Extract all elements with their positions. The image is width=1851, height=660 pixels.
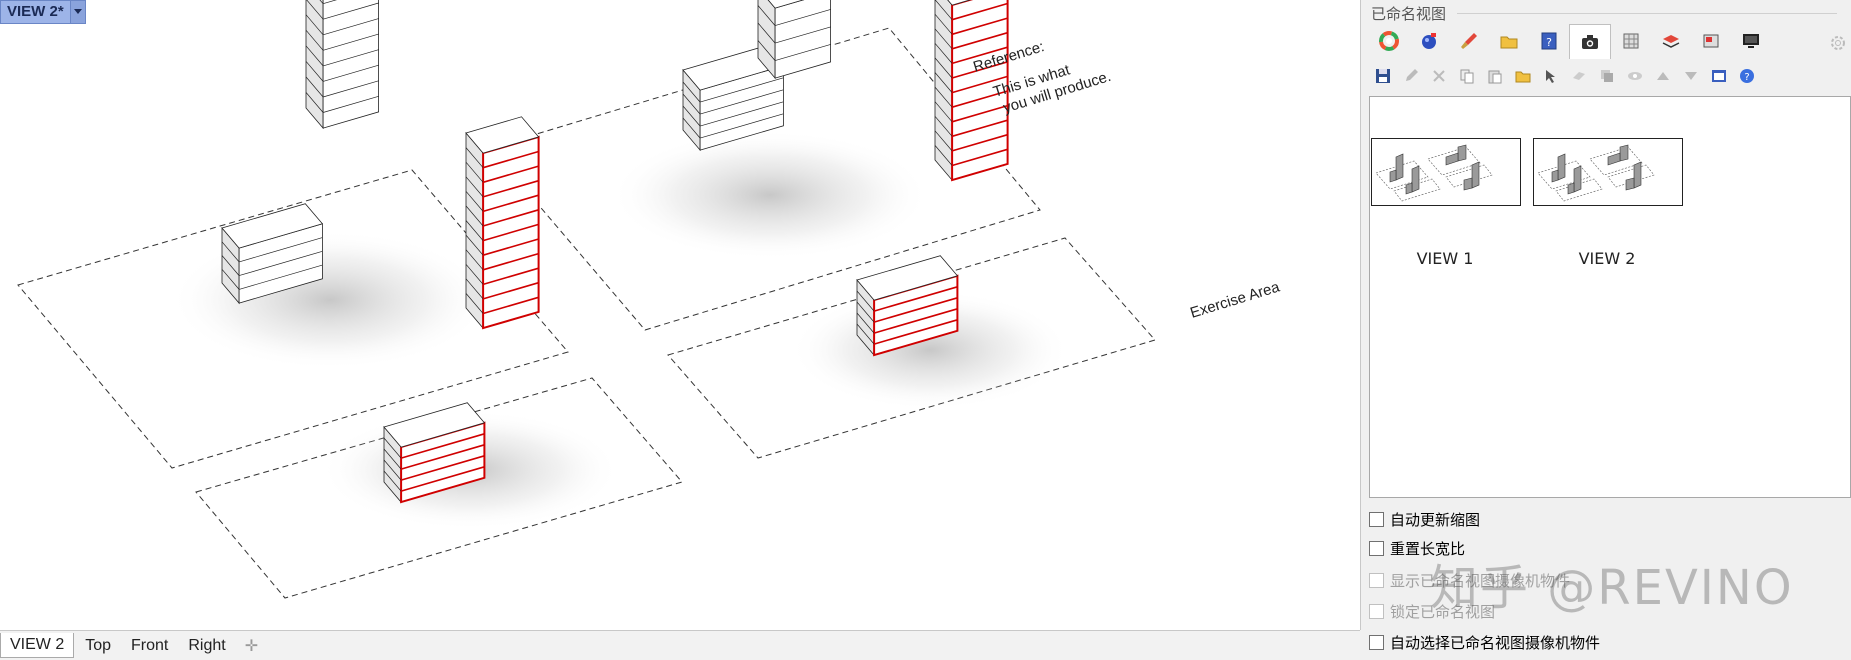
tab-view-2[interactable]: VIEW 2 [0, 633, 75, 658]
layers-grid-icon[interactable] [1611, 25, 1651, 57]
panel-icon-tabs: ? [1369, 23, 1771, 59]
thumbnail-view-1-image [1375, 144, 1493, 202]
option-label: 自动选择已命名视图摄像机物件 [1390, 634, 1601, 652]
viewport-canvas[interactable]: Reference: This is what you will produce… [0, 0, 1360, 630]
link-icon[interactable] [1565, 63, 1593, 89]
svg-text:?: ? [1744, 72, 1749, 83]
checkbox-lock-named-views [1369, 604, 1384, 619]
duplicate-icon[interactable] [1593, 63, 1621, 89]
settings-gear-icon[interactable] [1829, 34, 1847, 52]
panel-title: 已命名视图 [1371, 5, 1447, 23]
checkbox-auto-update-thumbnail[interactable] [1369, 512, 1384, 527]
option-auto-update-thumbnail[interactable]: 自动更新缩图 [1369, 509, 1480, 530]
panel-title-divider [1457, 13, 1837, 14]
svg-text:?: ? [1546, 36, 1552, 49]
viewport-title[interactable]: VIEW 2* [1, 1, 70, 23]
pick-icon[interactable] [1537, 63, 1565, 89]
paste-icon[interactable] [1481, 63, 1509, 89]
color-wheel-icon[interactable] [1369, 25, 1409, 57]
checkbox-reset-aspect-ratio[interactable] [1369, 541, 1384, 556]
copy-icon[interactable] [1453, 63, 1481, 89]
viewport[interactable]: Reference: This is what you will produce… [0, 0, 1361, 630]
building-tl-tower-front-face [322, 0, 380, 129]
viewport-title-tag[interactable]: VIEW 2* [0, 0, 86, 24]
thumbnail-view-2-image [1537, 144, 1655, 202]
tab-top[interactable]: Top [76, 634, 120, 658]
viewport-tabs: VIEW 2 Top Front Right ✛ [0, 630, 1360, 660]
folder-icon[interactable] [1489, 25, 1529, 57]
tab-front[interactable]: Front [122, 634, 177, 658]
window-icon[interactable] [1705, 63, 1733, 89]
thumbnail-view-1[interactable] [1371, 138, 1521, 206]
viewport-menu-chevron-down-icon[interactable] [69, 1, 85, 23]
help-icon[interactable]: ? [1733, 63, 1761, 89]
save-icon[interactable] [1369, 63, 1397, 89]
edit-icon[interactable] [1397, 63, 1425, 89]
checkbox-show-camera-objects [1369, 573, 1384, 588]
thumbnail-view-2-label[interactable]: VIEW 2 [1533, 249, 1681, 268]
move-up-icon[interactable] [1649, 63, 1677, 89]
add-tab-plus-icon[interactable]: ✛ [237, 633, 266, 659]
thumbnail-view-1-label[interactable]: VIEW 1 [1371, 249, 1519, 268]
delete-icon[interactable] [1425, 63, 1453, 89]
tab-right[interactable]: Right [179, 634, 234, 658]
camera-icon[interactable] [1569, 23, 1611, 59]
option-label: 自动更新缩图 [1390, 511, 1481, 529]
move-down-icon[interactable] [1677, 63, 1705, 89]
eye-icon[interactable] [1621, 63, 1649, 89]
exercise-area-label: Exercise Area [1188, 278, 1282, 322]
open-folder-icon[interactable] [1509, 63, 1537, 89]
render-layer-icon[interactable] [1651, 25, 1691, 57]
display-mode-icon[interactable] [1691, 25, 1731, 57]
checkbox-auto-select-camera-objects[interactable] [1369, 635, 1384, 650]
watermark: 知乎 @REVINO [1430, 560, 1794, 616]
material-ball-icon[interactable] [1409, 25, 1449, 57]
help-book-icon[interactable]: ? [1529, 25, 1569, 57]
named-views-thumbnails[interactable]: VIEW 1 VIEW 2 [1369, 96, 1851, 498]
option-auto-select-camera-objects[interactable]: 自动选择已命名视图摄像机物件 [1369, 632, 1600, 653]
monitor-icon[interactable] [1731, 25, 1771, 57]
paint-brush-icon[interactable] [1449, 25, 1489, 57]
named-views-toolbar: ? [1369, 62, 1761, 90]
thumbnail-view-2[interactable] [1533, 138, 1683, 206]
